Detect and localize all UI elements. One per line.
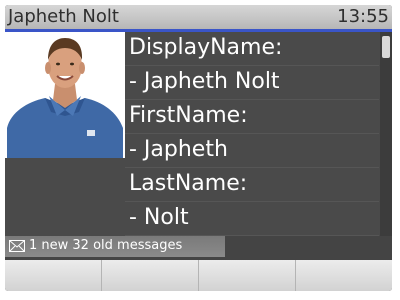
scrollbar-thumb[interactable] <box>382 36 390 58</box>
softkey-1[interactable] <box>5 260 102 291</box>
field-text: LastName: <box>129 171 248 196</box>
clock-time: 13:55 <box>337 6 389 27</box>
field-value-displayname[interactable]: - Japheth Nolt <box>125 66 379 100</box>
message-status-bar[interactable]: 1 new 32 old messages <box>5 236 225 257</box>
field-text: DisplayName: <box>129 35 283 60</box>
title-bar: Japheth Nolt 13:55 <box>5 5 392 32</box>
softkey-bar <box>5 260 392 291</box>
person-photo-icon <box>5 32 125 158</box>
softkey-3[interactable] <box>199 260 296 291</box>
field-value-firstname[interactable]: - Japheth <box>125 134 379 168</box>
field-text: FirstName: <box>129 103 248 128</box>
phone-screen: Japheth Nolt 13:55 DisplayName: - Japhet… <box>5 5 392 291</box>
contact-fields: DisplayName: - Japheth Nolt FirstName: -… <box>125 32 379 236</box>
softkey-2[interactable] <box>102 260 199 291</box>
field-text: - Nolt <box>129 205 189 230</box>
envelope-icon <box>9 240 25 252</box>
field-text: - Japheth <box>129 137 228 162</box>
field-text: - Japheth Nolt <box>129 69 280 94</box>
softkey-4[interactable] <box>296 260 392 291</box>
field-value-lastname[interactable]: - Nolt <box>125 202 379 236</box>
contact-name-title: Japheth Nolt <box>8 6 119 27</box>
field-label-lastname[interactable]: LastName: <box>125 168 379 202</box>
field-label-firstname[interactable]: FirstName: <box>125 100 379 134</box>
field-label-displayname[interactable]: DisplayName: <box>125 32 379 66</box>
scrollbar[interactable] <box>380 32 392 236</box>
message-count-text: 1 new 32 old messages <box>29 238 183 253</box>
contact-photo <box>5 32 125 158</box>
contact-details: DisplayName: - Japheth Nolt FirstName: -… <box>5 32 392 236</box>
